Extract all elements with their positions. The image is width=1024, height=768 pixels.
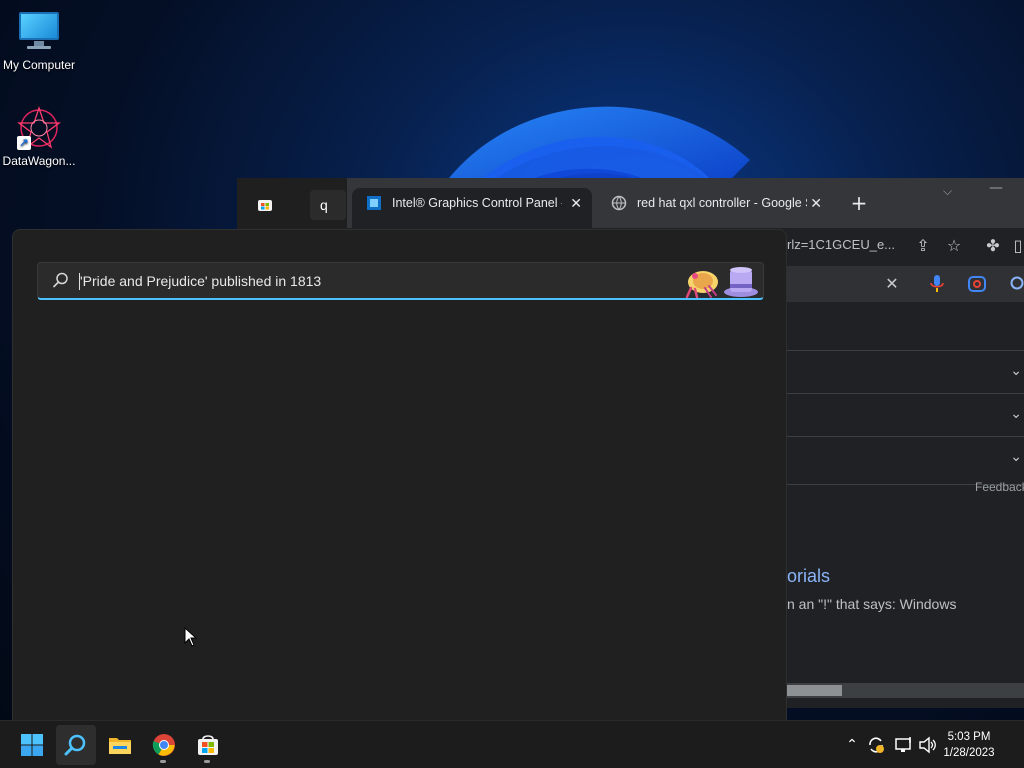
search-icon[interactable] xyxy=(1009,274,1024,294)
globe-icon xyxy=(611,195,627,211)
mouse-cursor-icon xyxy=(184,627,198,647)
sync-update-icon[interactable] xyxy=(866,735,886,755)
desktop-icon-label: DataWagon... xyxy=(2,154,76,168)
shortcut-arrow-icon: ↗ xyxy=(17,136,31,150)
store-search-tab[interactable]: q xyxy=(310,190,346,220)
bookmark-star-icon[interactable]: ☆ xyxy=(944,236,964,256)
close-icon[interactable]: ✕ xyxy=(810,188,822,218)
search-box[interactable] xyxy=(37,262,764,300)
taskbar-search-button[interactable] xyxy=(56,725,96,765)
people-also-ask-row[interactable]: ⌄ xyxy=(777,393,1024,436)
people-also-ask-row[interactable]: ⌄ xyxy=(777,436,1024,479)
running-indicator xyxy=(160,760,166,763)
tab-search-chevron-icon[interactable]: ⌵ xyxy=(943,184,952,199)
search-icon xyxy=(53,272,68,288)
search-highlight-illustration xyxy=(685,267,758,298)
bonnet-icon xyxy=(685,271,718,298)
feedback-link[interactable]: Feedback xyxy=(975,480,1024,494)
url-text[interactable]: rlz=1C1GCEU_e... xyxy=(787,237,895,252)
microphone-icon[interactable] xyxy=(929,274,945,294)
extensions-puzzle-icon[interactable]: ✤ xyxy=(983,236,1003,256)
horizontal-scrollbar[interactable] xyxy=(787,683,1024,698)
result-snippet: n an "!" that says: Windows xyxy=(787,596,957,612)
datawagon-app-icon: ↗ xyxy=(17,105,61,150)
lens-camera-icon[interactable] xyxy=(967,274,987,294)
result-title-link[interactable]: orials xyxy=(787,566,830,587)
windows-search-panel xyxy=(12,229,787,721)
share-icon[interactable]: ⇪ xyxy=(913,236,933,256)
chevron-down-icon: ⌄ xyxy=(1010,406,1022,422)
chevron-down-icon: ⌄ xyxy=(1010,449,1022,465)
start-icon xyxy=(21,734,43,756)
top-hat-icon xyxy=(724,267,758,297)
file-explorer-icon xyxy=(109,738,131,754)
sidepanel-icon[interactable]: ▯ xyxy=(1012,236,1024,256)
minimize-button[interactable]: — xyxy=(989,180,1003,196)
clear-search-icon[interactable]: ✕ xyxy=(882,274,902,294)
desktop-icon-datawagon[interactable]: ↗ DataWagon... xyxy=(0,105,78,168)
chevron-down-icon: ⌄ xyxy=(1010,363,1022,379)
taskbar-store[interactable] xyxy=(188,725,228,765)
store-window-fragment[interactable]: q xyxy=(237,178,347,228)
desktop-icon-label: My Computer xyxy=(2,58,76,72)
taskbar-chrome[interactable] xyxy=(144,725,184,765)
browser-tabstrip: q Intel® Graphics Control Panel - M ✕ re… xyxy=(237,178,1024,228)
network-icon[interactable] xyxy=(894,735,914,755)
search-icon xyxy=(64,734,86,756)
intel-graphics-icon xyxy=(367,196,381,210)
system-clock[interactable]: 5:03 PM 1/28/2023 xyxy=(934,729,1004,761)
store-icon xyxy=(198,735,218,755)
tab-label: red hat qxl controller - Google Se xyxy=(637,196,807,210)
start-button[interactable] xyxy=(12,725,52,765)
taskbar: ⌃ 5:03 PM 1/28/2023 xyxy=(0,720,1024,768)
chrome-icon xyxy=(152,734,175,756)
browser-tab-google[interactable]: red hat qxl controller - Google Se ✕ xyxy=(597,188,832,228)
clock-time: 5:03 PM xyxy=(947,731,991,743)
new-tab-button[interactable]: + xyxy=(847,192,871,216)
store-icon xyxy=(258,200,272,211)
monitor-icon xyxy=(17,10,61,54)
running-indicator xyxy=(204,760,210,763)
close-icon[interactable]: ✕ xyxy=(570,188,582,218)
taskbar-file-explorer[interactable] xyxy=(100,725,140,765)
people-also-ask-row[interactable]: ⌄ xyxy=(777,350,1024,393)
desktop-icon-my-computer[interactable]: My Computer xyxy=(0,10,78,72)
search-input[interactable] xyxy=(80,267,640,295)
tab-label: Intel® Graphics Control Panel - M xyxy=(392,196,562,210)
show-hidden-icons-chevron-icon[interactable]: ⌃ xyxy=(842,735,862,755)
scrollbar-thumb[interactable] xyxy=(787,685,842,696)
browser-tab-intel[interactable]: Intel® Graphics Control Panel - M ✕ xyxy=(352,188,592,228)
clock-date: 1/28/2023 xyxy=(943,747,995,759)
